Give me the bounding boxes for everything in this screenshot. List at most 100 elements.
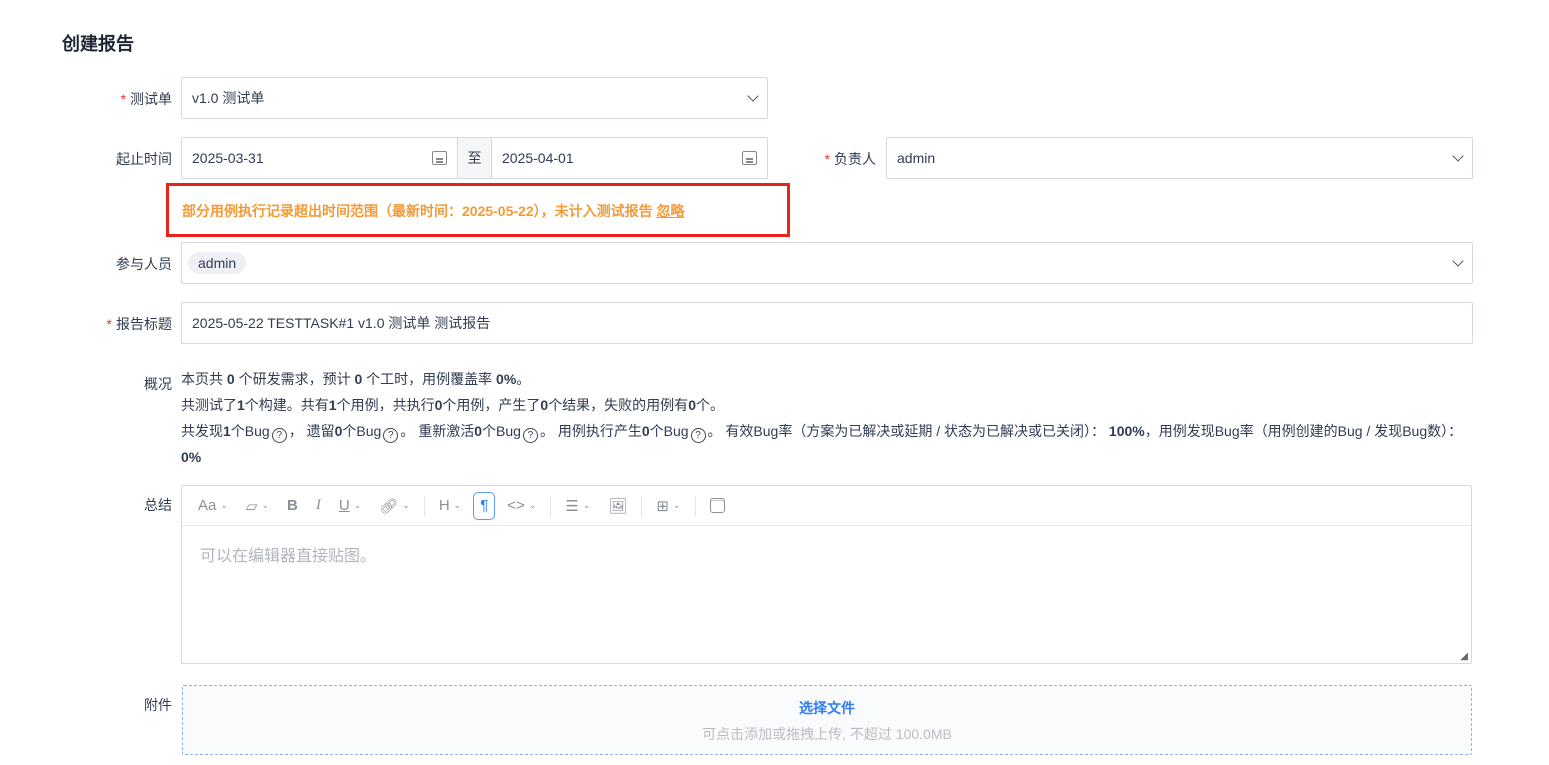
label-text: 测试单 [130, 91, 172, 107]
members-select[interactable]: admin [181, 242, 1473, 284]
chevron-down-icon [1452, 255, 1464, 267]
required-mark: * [106, 316, 112, 332]
select-value: v1.0 测试单 [192, 90, 265, 106]
overview-text-segment: 。 用例执行产生 [539, 423, 642, 439]
chevron-down-icon: ⌄ [261, 500, 269, 510]
heading-icon: H [438, 497, 450, 514]
attachment-label: 附件 [144, 697, 172, 713]
label-text: 报告标题 [116, 316, 172, 332]
warning-text: 部分用例执行记录超出时间范围（最新时间：2025-05-22），未计入测试报告 [182, 203, 653, 219]
list-button[interactable]: ☰ ⌄ [559, 492, 596, 520]
overview-text-segment: 。 重新激活 [400, 423, 475, 439]
overview-value: 0% [496, 371, 517, 387]
overview-value: 0 [474, 423, 483, 439]
overview-text-segment: 个Bug [482, 423, 521, 439]
underline-button[interactable]: U ⌄ [333, 492, 367, 520]
divider [694, 495, 696, 516]
date-value: 2025-03-31 [192, 150, 264, 166]
italic-button[interactable]: I [310, 492, 327, 520]
chevron-down-icon: ⌄ [353, 500, 362, 510]
overview-line: 本页共 0 个研发需求，预计 0 个工时，用例覆盖率 0%。 [181, 366, 1476, 392]
input-value: 2025-05-22 TESTTASK#1 v1.0 测试单 测试报告 [192, 315, 491, 331]
heading-button[interactable]: H ⌄ [433, 492, 467, 520]
help-icon[interactable]: ? [690, 428, 706, 443]
chevron-down-icon: ⌄ [528, 500, 537, 510]
help-icon[interactable]: ? [383, 428, 399, 443]
paragraph-icon: ¶ [480, 497, 489, 514]
divider [641, 495, 643, 516]
required-mark: * [120, 91, 126, 107]
overview-value: 0 [688, 397, 696, 413]
ignore-link[interactable]: 忽略 [657, 203, 685, 219]
table-button[interactable]: ⊞ ⌄ [650, 492, 686, 520]
overview-text-segment: 个工时，用例覆盖率 [362, 371, 497, 387]
bold-button[interactable]: B [281, 492, 304, 520]
help-icon[interactable]: ? [522, 428, 538, 443]
overview-text-segment: 。 [516, 371, 531, 387]
calendar-icon[interactable] [742, 151, 757, 165]
page-title: 创建报告 [62, 34, 134, 54]
overview-value: 100% [1105, 423, 1145, 439]
upload-hint: 可点击添加或拖拽上传, 不超过 100.0MB [702, 726, 952, 742]
font-color-button[interactable]: ▱ ⌄ [240, 492, 275, 520]
table-icon: ⊞ [656, 497, 669, 515]
code-button[interactable]: <> ⌄ [501, 492, 542, 520]
bold-icon: B [287, 497, 298, 514]
link-button[interactable]: 🔗︎ ⌄ [373, 492, 416, 520]
font-size-button[interactable]: Aa ⌄ [192, 492, 234, 520]
member-tag[interactable]: admin [188, 252, 247, 274]
overview-text-segment: 共测试了 [181, 397, 237, 413]
help-icon[interactable]: ? [271, 428, 287, 443]
end-date-input[interactable]: 2025-04-01 [491, 137, 768, 179]
chevron-down-icon: ⌄ [453, 500, 462, 510]
select-value: admin [897, 150, 936, 166]
editor-toolbar: Aa ⌄ ▱ ⌄ B I U ⌄ 🔗︎ ⌄ H ⌄ ¶ <> ⌄ ☰ ⌄ 🖼︎ ⊞ ⌄ [182, 486, 1471, 526]
overview-value: 1 [223, 423, 231, 439]
image-icon: 🖼︎ [608, 497, 628, 515]
testtask-label: * 测试单 [62, 89, 172, 109]
overview-text-segment: 个构建。共有 [244, 397, 329, 413]
time-range-warning: 部分用例执行记录超出时间范围（最新时间：2025-05-22），未计入测试报告 … [166, 183, 790, 237]
owner-select[interactable]: admin [886, 137, 1473, 179]
members-label: 参与人员 [116, 256, 172, 272]
file-upload-area[interactable]: 选择文件 可点击添加或拖拽上传, 不超过 100.0MB [182, 685, 1472, 755]
overview-text-segment: 个用例，产生了 [442, 397, 541, 413]
divider [550, 495, 552, 516]
chevron-down-icon: ⌄ [582, 500, 591, 510]
testtask-select[interactable]: v1.0 测试单 [181, 77, 768, 119]
font-color-icon: ▱ [245, 497, 258, 515]
required-mark: * [824, 151, 830, 167]
overview-value: 1 [237, 397, 245, 413]
overview-text-segment: 个Bug [649, 423, 689, 439]
underline-icon: U [338, 497, 350, 514]
summary-editor[interactable]: Aa ⌄ ▱ ⌄ B I U ⌄ 🔗︎ ⌄ H ⌄ ¶ <> ⌄ ☰ ⌄ 🖼︎ ⊞ ⌄ 可以在编… [181, 485, 1472, 664]
font-size-icon: Aa [198, 497, 217, 514]
overview-value: 0 [641, 423, 650, 439]
date-value: 2025-04-01 [502, 150, 574, 166]
overview-text-segment: 。 有效Bug率（方案为已解决或延期 / 状态为已解决或已关闭）： [707, 423, 1106, 439]
overview-text-segment: 个。 [695, 397, 724, 413]
paragraph-button[interactable]: ¶ [473, 491, 496, 520]
chevron-down-icon: ⌄ [672, 500, 681, 510]
divider [423, 495, 425, 516]
list-icon: ☰ [565, 497, 579, 515]
chevron-down-icon: ⌄ [402, 500, 410, 510]
editor-placeholder: 可以在编辑器直接贴图。 [200, 548, 377, 565]
overview-text-segment: 个Bug [342, 423, 382, 439]
label-text: 负责人 [834, 151, 876, 167]
chevron-down-icon [1452, 150, 1464, 162]
begin-date-input[interactable]: 2025-03-31 [181, 137, 458, 179]
choose-file-button[interactable]: 选择文件 [183, 698, 1471, 718]
report-title-input[interactable]: 2025-05-22 TESTTASK#1 v1.0 测试单 测试报告 [181, 302, 1473, 344]
image-button[interactable]: 🖼︎ [602, 492, 633, 520]
calendar-icon[interactable] [432, 151, 447, 165]
owner-label: * 负责人 [800, 149, 876, 169]
overview-line: 共测试了1个构建。共有1个用例，共执行0个用例，产生了0个结果，失败的用例有0个… [181, 392, 1476, 418]
overview-value: 1 [328, 397, 337, 413]
block-button[interactable] [704, 492, 731, 520]
resize-handle-icon[interactable]: ◢ [1460, 651, 1468, 662]
overview-value: 0% [181, 449, 202, 465]
overview-value: 0 [226, 371, 235, 387]
overview-text-segment: 个用例，共执行 [336, 397, 435, 413]
report-title-label: * 报告标题 [62, 314, 172, 334]
